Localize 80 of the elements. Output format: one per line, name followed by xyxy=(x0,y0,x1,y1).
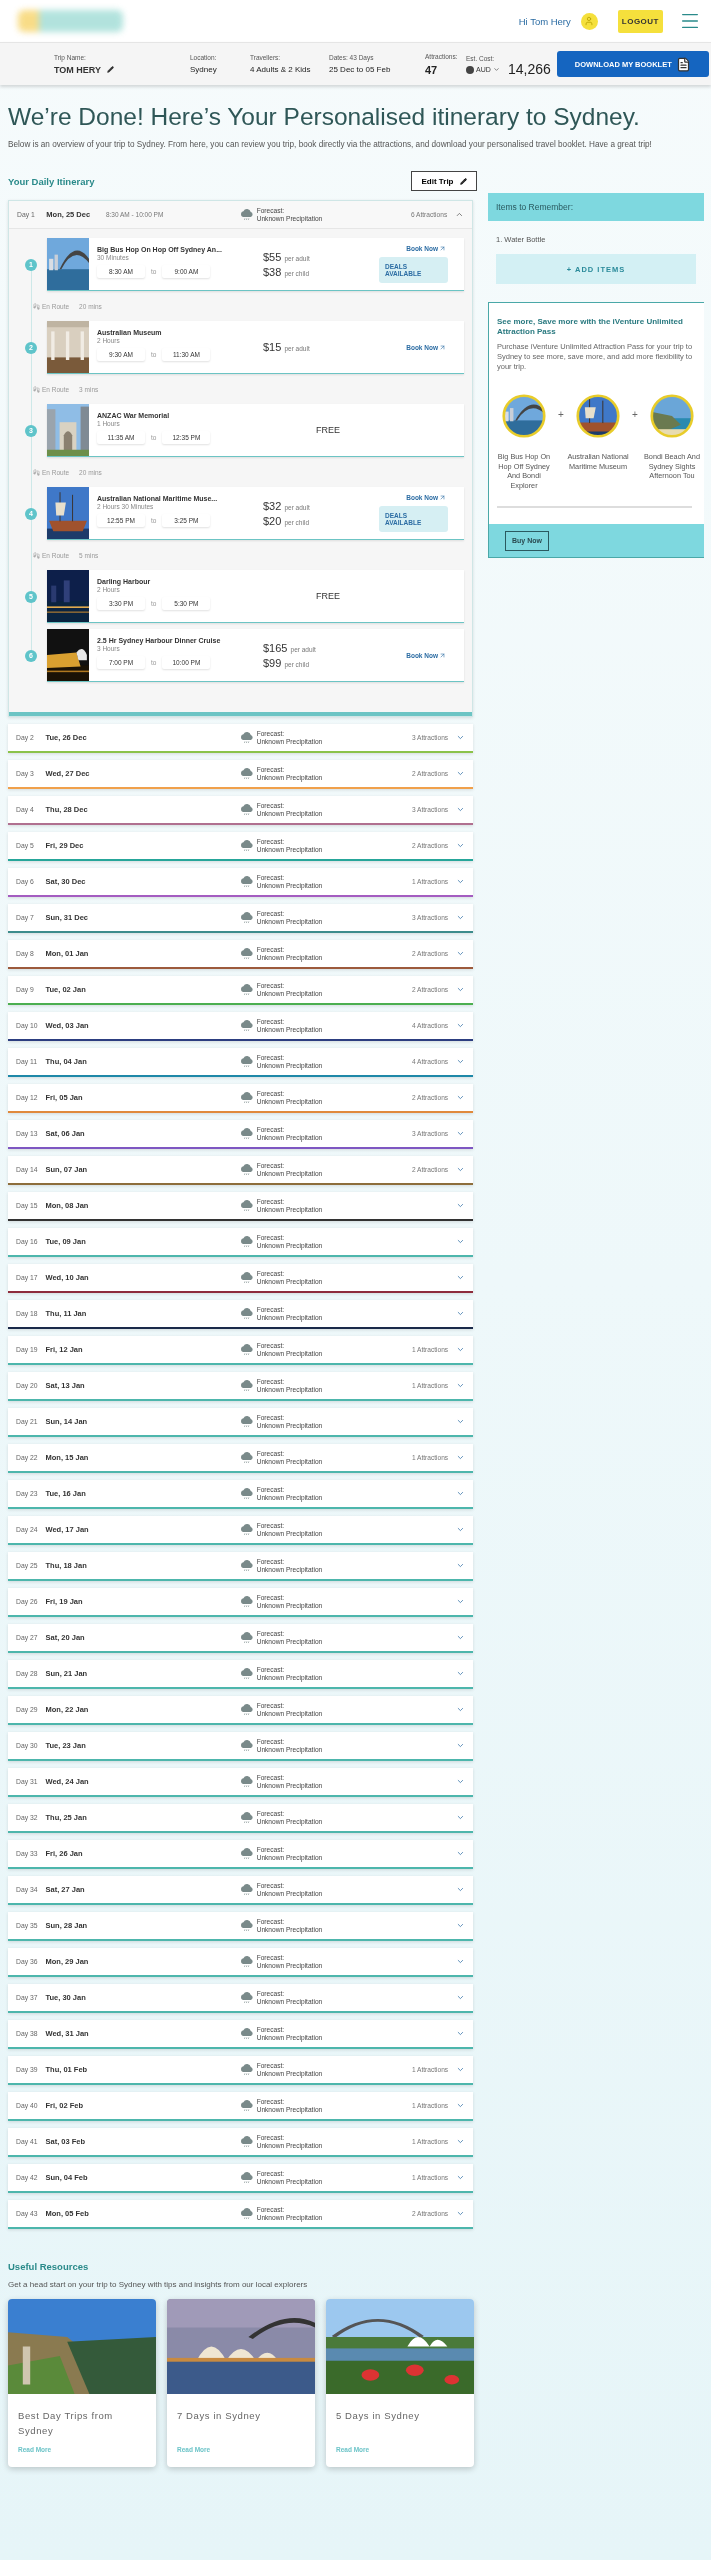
itinerary-heading: Your Daily Itinerary xyxy=(8,175,95,187)
coin-icon xyxy=(466,65,474,74)
arrow-up-right-icon xyxy=(439,494,446,502)
rain-cloud-icon xyxy=(240,208,254,222)
rain-cloud-icon xyxy=(239,839,254,853)
plus-sign: + xyxy=(631,409,639,421)
article-title: 7 Days in Sydney xyxy=(176,2409,262,2424)
dates-value: 25 Dec to 05 Feb xyxy=(329,65,392,74)
rain-cloud-icon xyxy=(239,1883,254,1897)
rain-cloud-icon xyxy=(239,731,254,745)
travellers-value: 4 Adults & 2 Kids xyxy=(250,65,312,74)
rain-cloud-icon xyxy=(239,2135,254,2149)
arrow-up-right-icon xyxy=(439,245,446,253)
rain-cloud-icon xyxy=(239,1631,254,1645)
rain-cloud-icon xyxy=(239,1991,254,2005)
rain-cloud-icon xyxy=(239,2099,254,2113)
article-title: Best Day Trips from Sydney xyxy=(17,2409,114,2439)
rain-cloud-icon xyxy=(239,1163,254,1177)
rain-cloud-icon xyxy=(239,1415,254,1429)
rain-cloud-icon xyxy=(239,2171,254,2185)
rain-cloud-icon xyxy=(239,1919,254,1933)
intro-text: Below is an overview of your trip to Sydney. From here, you can review you trip, book directly via the attractions, and download your personalised travel booklet. Have a great trip! xyxy=(8,139,653,151)
arrow-up-right-icon xyxy=(439,651,446,659)
attractions-value: 47 xyxy=(425,63,439,76)
rain-cloud-icon xyxy=(239,1595,254,1609)
rain-cloud-icon xyxy=(239,1739,254,1753)
footprints-icon xyxy=(33,551,40,559)
resources-heading: Useful Resources xyxy=(8,2261,90,2273)
free-label: FREE xyxy=(315,424,341,438)
footprints-icon xyxy=(33,385,40,393)
rain-cloud-icon xyxy=(239,1091,254,1105)
rain-cloud-icon xyxy=(239,875,254,889)
rain-cloud-icon xyxy=(239,2207,254,2221)
rain-cloud-icon xyxy=(239,1199,254,1213)
logout-button[interactable]: LOGOUT xyxy=(617,9,663,33)
rain-cloud-icon xyxy=(239,2027,254,2041)
pass-title: See more, Save more with the iVenture Unlimited Attraction Pass xyxy=(496,316,684,338)
rain-cloud-icon xyxy=(239,1703,254,1717)
footprints-icon xyxy=(33,302,40,310)
rain-cloud-icon xyxy=(239,1271,254,1285)
rain-cloud-icon xyxy=(239,1235,254,1249)
trip-name: TOM HERY xyxy=(54,64,101,75)
rain-cloud-icon xyxy=(239,1451,254,1465)
article-title: 5 Days in Sydney xyxy=(335,2409,421,2424)
rain-cloud-icon xyxy=(239,1343,254,1357)
location-value: Sydney xyxy=(190,65,218,74)
items-heading: Items to Remember: xyxy=(488,193,704,222)
rain-cloud-icon xyxy=(239,767,254,781)
rain-cloud-icon xyxy=(239,983,254,997)
rain-cloud-icon xyxy=(239,1127,254,1141)
rain-cloud-icon xyxy=(239,1487,254,1501)
rain-cloud-icon xyxy=(239,1847,254,1861)
rain-cloud-icon xyxy=(239,1559,254,1573)
rain-cloud-icon xyxy=(239,803,254,817)
user-greeting[interactable]: Hi Tom Hery xyxy=(518,15,571,27)
rain-cloud-icon xyxy=(239,1811,254,1825)
rain-cloud-icon xyxy=(239,1379,254,1393)
cost-value: 14,266 xyxy=(508,61,551,77)
page-title: We’re Done! Here’s Your Personalised itinerary to Sydney. xyxy=(8,103,641,131)
free-label: FREE xyxy=(315,590,341,604)
edit-trip-button[interactable]: Edit Trip xyxy=(411,171,477,192)
chevron-down-icon xyxy=(492,66,500,73)
rain-cloud-icon xyxy=(239,1019,254,1033)
document-icon xyxy=(675,56,691,72)
user-icon[interactable] xyxy=(580,12,598,30)
rain-cloud-icon xyxy=(239,1055,254,1069)
rain-cloud-icon xyxy=(239,1667,254,1681)
plus-sign: + xyxy=(557,409,565,421)
rain-cloud-icon xyxy=(239,911,254,925)
rain-cloud-icon xyxy=(239,2063,254,2077)
rain-cloud-icon xyxy=(239,1307,254,1321)
arrow-up-right-icon xyxy=(439,343,446,351)
rain-cloud-icon xyxy=(239,1955,254,1969)
pencil-icon xyxy=(459,177,467,185)
resources-text: Get a head start on your trip to Sydney with tips and insights from our local explorers xyxy=(8,2280,309,2290)
footprints-icon xyxy=(33,468,40,476)
rain-cloud-icon xyxy=(239,947,254,961)
rain-cloud-icon xyxy=(239,1523,254,1537)
rain-cloud-icon xyxy=(239,1775,254,1789)
pencil-icon[interactable] xyxy=(107,66,114,73)
